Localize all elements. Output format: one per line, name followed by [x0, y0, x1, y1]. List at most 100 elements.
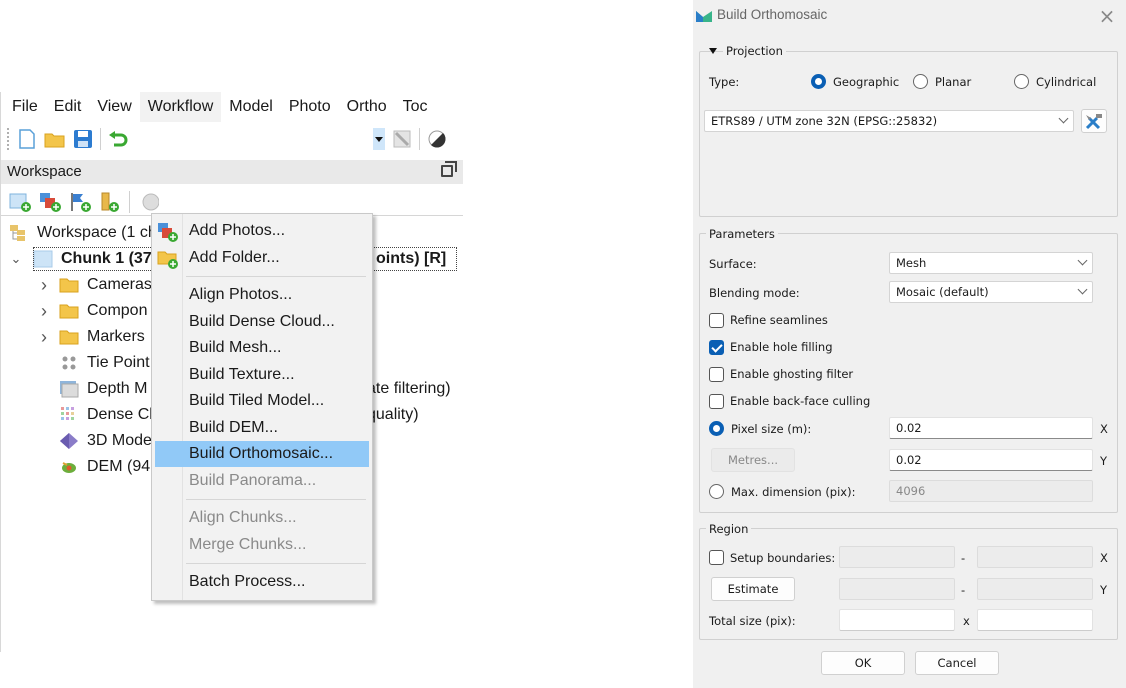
refine-seamlines-label[interactable]: Refine seamlines [730, 313, 828, 327]
radio-max-dimension[interactable] [709, 484, 724, 499]
chevron-right-icon[interactable]: › [37, 272, 51, 298]
menu-item-build-texture[interactable]: Build Texture... [155, 362, 369, 388]
dialog-title: Build Orthomosaic [717, 7, 828, 22]
blending-select[interactable]: Mosaic (default) [889, 281, 1093, 303]
menu-edit[interactable]: Edit [46, 92, 90, 122]
menu-ortho[interactable]: Ortho [339, 92, 395, 122]
menu-item-add-photos[interactable]: Add Photos... [155, 218, 369, 244]
float-panel-icon[interactable] [441, 161, 457, 177]
open-folder-icon[interactable] [44, 128, 66, 150]
tree-item-label: Dense Cl [87, 406, 153, 423]
menu-item-batch-process[interactable]: Batch Process... [155, 569, 369, 595]
radio-cylindrical-label[interactable]: Cylindrical [1036, 75, 1096, 89]
tools-icon [1085, 114, 1102, 130]
toolbar-grip[interactable] [7, 128, 10, 150]
chevron-right-icon[interactable]: › [37, 298, 51, 324]
dialog-titlebar: Build Orthomosaic × [693, 0, 1126, 30]
image-mode-icon[interactable] [391, 128, 413, 150]
tree-item-label: Markers [87, 328, 145, 345]
surface-select[interactable]: Mesh [889, 252, 1093, 274]
hole-filling-checkbox[interactable] [709, 340, 724, 355]
max-dimension-label[interactable]: Max. dimension (pix): [731, 485, 855, 499]
folder-icon [59, 328, 79, 346]
dense-cloud-icon [59, 406, 79, 424]
cancel-button[interactable]: Cancel [915, 651, 999, 675]
crs-select[interactable]: ETRS89 / UTM zone 32N (EPSG::25832) [704, 110, 1074, 132]
check-icon[interactable] [138, 191, 160, 213]
ghosting-filter-label[interactable]: Enable ghosting filter [730, 367, 853, 381]
max-dimension-input[interactable]: 4096 [889, 480, 1093, 502]
ok-button[interactable]: OK [821, 651, 905, 675]
main-window: File Edit View Workflow Model Photo Orth… [0, 92, 463, 652]
menu-item-build-tiled-model[interactable]: Build Tiled Model... [155, 388, 369, 414]
blending-select-value: Mosaic (default) [896, 285, 989, 299]
add-photos-icon[interactable] [39, 191, 61, 213]
add-scalebar-icon[interactable] [99, 191, 121, 213]
total-height-input[interactable] [977, 609, 1093, 631]
folder-icon [59, 276, 79, 294]
toolbar-separator [129, 190, 130, 213]
total-width-input[interactable] [839, 609, 955, 631]
collapse-triangle-icon[interactable] [709, 48, 717, 54]
menu-model[interactable]: Model [221, 92, 281, 122]
estimate-button[interactable]: Estimate [711, 577, 795, 601]
menu-item-build-mesh[interactable]: Build Mesh... [155, 335, 369, 361]
menu-item-label: Add Photos... [189, 222, 286, 239]
refine-seamlines-checkbox[interactable] [709, 313, 724, 328]
app-logo-icon [696, 11, 712, 22]
pixel-size-label[interactable]: Pixel size (m): [731, 422, 811, 436]
menu-item-label: Build Orthomosaic... [189, 445, 334, 462]
setup-boundaries-checkbox[interactable] [709, 550, 724, 565]
menu-file[interactable]: File [1, 92, 46, 122]
shading-icon[interactable] [426, 128, 448, 150]
boundary-y-max-input[interactable] [977, 578, 1093, 600]
radio-planar[interactable] [913, 74, 928, 89]
pixel-size-x-input[interactable]: 0.02 [889, 417, 1093, 439]
radio-cylindrical[interactable] [1014, 74, 1029, 89]
menu-item-build-dem[interactable]: Build DEM... [155, 415, 369, 441]
boundary-x-min-input[interactable] [839, 546, 955, 568]
blending-label: Blending mode: [709, 286, 800, 300]
setup-boundaries-label[interactable]: Setup boundaries: [730, 551, 835, 565]
ghosting-filter-checkbox[interactable] [709, 367, 724, 382]
menu-item-build-orthomosaic[interactable]: Build Orthomosaic... [155, 441, 369, 467]
type-label: Type: [709, 75, 740, 89]
menu-item-align-photos[interactable]: Align Photos... [155, 282, 369, 308]
dash-label: - [961, 583, 966, 597]
pixel-size-y-input[interactable]: 0.02 [889, 449, 1093, 471]
radio-geographic-label[interactable]: Geographic [833, 75, 899, 89]
back-face-culling-checkbox[interactable] [709, 394, 724, 409]
chevron-right-icon[interactable]: › [37, 324, 51, 350]
back-face-culling-label[interactable]: Enable back-face culling [730, 394, 870, 408]
menu-separator [186, 563, 366, 564]
menu-tools[interactable]: Toc [395, 92, 436, 122]
save-icon[interactable] [72, 128, 94, 150]
dropdown-arrow-icon[interactable] [373, 128, 385, 150]
region-group-label: Region [706, 522, 752, 536]
menu-item-label: Build Panorama... [189, 471, 317, 489]
menu-photo[interactable]: Photo [281, 92, 339, 122]
crs-settings-button[interactable] [1081, 109, 1107, 133]
radio-planar-label[interactable]: Planar [935, 75, 971, 89]
add-marker-icon[interactable] [69, 191, 91, 213]
surface-label: Surface: [709, 257, 757, 271]
chunk-label: Chunk 1 (37 [61, 250, 152, 267]
chunk-label-tail: oints) [R] [376, 250, 447, 267]
add-chunk-icon[interactable] [9, 191, 31, 213]
menu-item-label: Build Mesh... [189, 339, 282, 356]
metres-button[interactable]: Metres... [711, 448, 795, 472]
boundary-y-min-input[interactable] [839, 578, 955, 600]
undo-icon[interactable] [107, 128, 129, 150]
radio-geographic[interactable] [811, 74, 826, 89]
radio-pixel-size[interactable] [709, 421, 724, 436]
menu-item-add-folder[interactable]: Add Folder... [155, 245, 369, 271]
menu-workflow[interactable]: Workflow [139, 92, 222, 122]
boundary-x-max-input[interactable] [977, 546, 1093, 568]
hole-filling-label[interactable]: Enable hole filling [730, 340, 833, 354]
menu-view[interactable]: View [89, 92, 139, 122]
menu-item-build-dense-cloud[interactable]: Build Dense Cloud... [155, 309, 369, 335]
close-icon[interactable]: × [1096, 4, 1118, 28]
estimate-button-label: Estimate [727, 582, 779, 596]
new-file-icon[interactable] [16, 128, 38, 150]
chevron-down-icon[interactable]: ⌄ [9, 246, 23, 272]
